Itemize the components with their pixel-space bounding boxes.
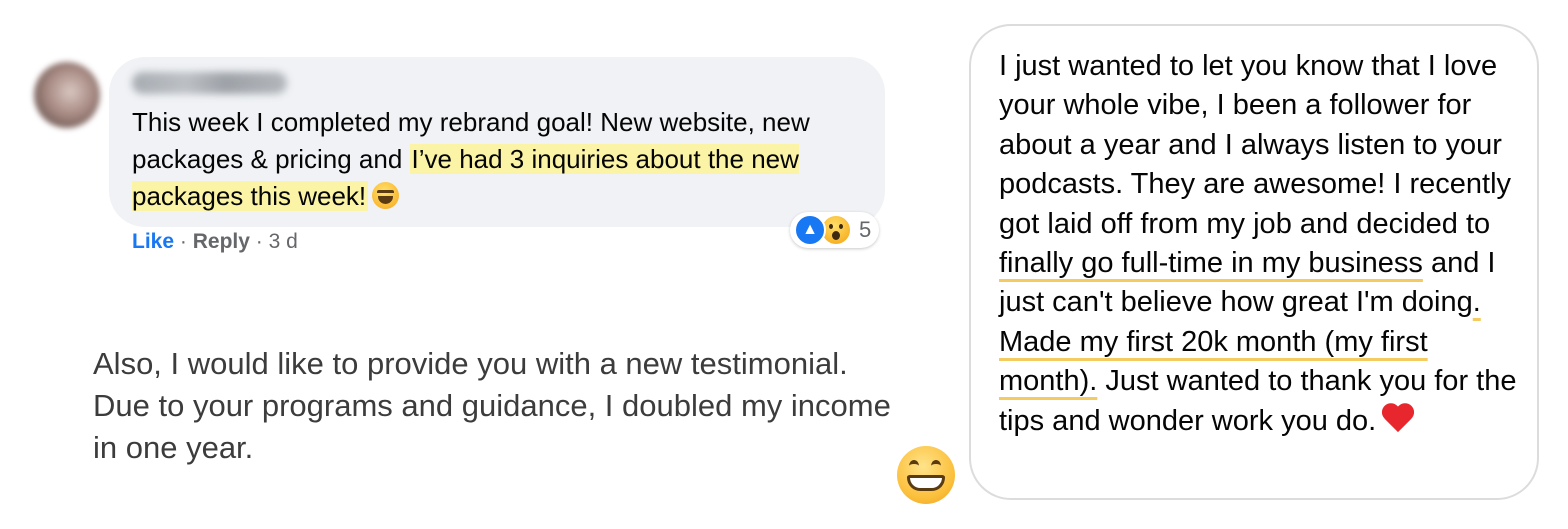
- like-button[interactable]: Like: [132, 230, 174, 253]
- message-part: I just wanted to let you know that I lov…: [999, 50, 1512, 240]
- commenter-name-blurred[interactable]: [132, 72, 287, 94]
- testimonial-text: Also, I would like to provide you with a…: [93, 346, 891, 465]
- reply-button[interactable]: Reply: [193, 230, 250, 253]
- separator: ·: [255, 230, 263, 253]
- message-underlined: finally go full-time in my business: [999, 247, 1423, 280]
- commenter-avatar[interactable]: [34, 62, 100, 128]
- comment-text: This week I completed my rebrand goal! N…: [132, 104, 867, 215]
- red-heart-icon: [1382, 404, 1416, 434]
- separator: ·: [179, 230, 187, 253]
- grinning-face-icon: [897, 446, 955, 504]
- like-reaction-icon: ▲: [794, 214, 826, 246]
- comment-actions: Like · Reply · 3 d: [132, 230, 298, 254]
- message-text: I just wanted to let you know that I lov…: [999, 47, 1519, 441]
- reaction-count: 5: [859, 217, 872, 242]
- comment-timestamp[interactable]: 3 d: [269, 230, 298, 253]
- reactions-summary[interactable]: ▲ 5: [790, 212, 880, 248]
- laughing-face-icon: [372, 182, 400, 209]
